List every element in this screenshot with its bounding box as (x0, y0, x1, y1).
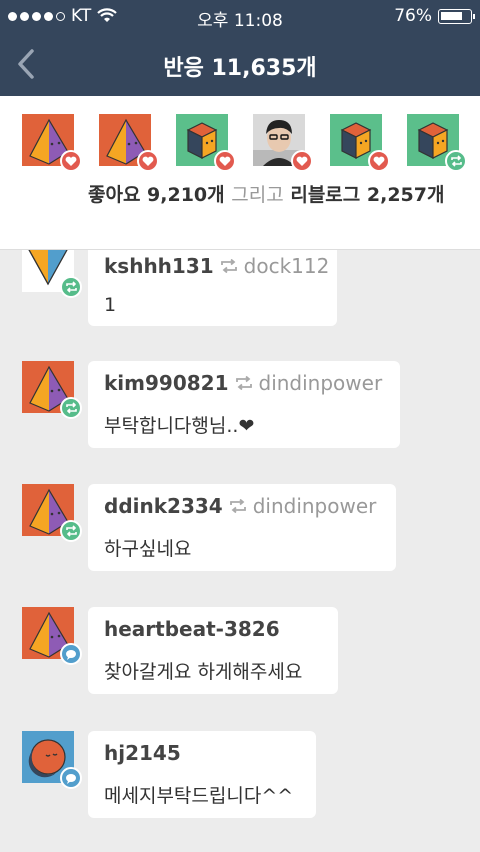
comment-badge-icon (60, 643, 82, 665)
user-avatar[interactable] (22, 731, 82, 789)
reactor-avatar[interactable] (99, 114, 159, 172)
reaction-bubble[interactable]: hj2145 메세지부탁드립니다^^ (88, 731, 316, 818)
and-text: 그리고 (231, 184, 284, 206)
reaction-bubble[interactable]: ddink2334 dindinpower 하구싶네요 (88, 484, 396, 571)
reactor-avatar[interactable] (22, 114, 82, 172)
user-avatar[interactable] (22, 361, 82, 419)
like-badge-icon (214, 150, 236, 172)
like-badge-icon (60, 150, 82, 172)
reblog-badge-icon (60, 520, 82, 542)
name-line: hj2145 (104, 741, 300, 765)
username-link[interactable]: kim990821 (104, 371, 229, 395)
like-badge-icon (137, 150, 159, 172)
like-badge-icon (368, 150, 390, 172)
battery-icon (438, 8, 475, 24)
reaction-summary: 좋아요 9,210개 그리고 리블로그 2,257개 (88, 182, 458, 209)
username-link[interactable]: kshhh131 (104, 254, 214, 278)
reblogged-from-link[interactable]: dindinpower (253, 494, 377, 518)
name-line: heartbeat-3826 (104, 617, 322, 641)
reaction-message: 하구싶네요 (104, 538, 192, 560)
reaction-message: 부탁합니다행님..❤ (104, 415, 255, 437)
username-link[interactable]: heartbeat-3826 (104, 617, 280, 641)
reaction-message: 메세지부탁드립니다^^ (104, 785, 294, 807)
reaction-bubble[interactable]: kshhh131 dock112 1 (88, 244, 337, 326)
reblog-badge-icon (60, 276, 82, 298)
comment-badge-icon (60, 767, 82, 789)
reblogs-count: 리블로그 2,257개 (290, 184, 445, 206)
like-badge-icon (291, 150, 313, 172)
reblog-icon (235, 371, 253, 395)
reactor-avatar[interactable] (330, 114, 390, 172)
reaction-bubble[interactable]: heartbeat-3826 찾아갈게요 하게해주세요 (88, 607, 338, 694)
username-link[interactable]: ddink2334 (104, 494, 223, 518)
status-right: 76% (394, 6, 475, 26)
nav-bar: 반응 11,635개 (0, 32, 480, 96)
reblog-badge-icon (445, 150, 467, 172)
name-line: ddink2334 dindinpower (104, 494, 380, 518)
reblog-badge-icon (60, 397, 82, 419)
name-line: kim990821 dindinpower (104, 371, 384, 395)
user-avatar[interactable] (22, 607, 82, 665)
avatar-row (22, 114, 467, 172)
reblogged-from-link[interactable]: dindinpower (259, 371, 383, 395)
battery-percent: 76% (394, 6, 432, 26)
username-link[interactable]: hj2145 (104, 741, 181, 765)
reactor-avatar[interactable] (253, 114, 313, 172)
page-title: 반응 11,635개 (163, 56, 317, 81)
reactor-avatar[interactable] (176, 114, 236, 172)
reaction-message: 1 (104, 294, 117, 316)
reactions-summary-header: 좋아요 9,210개 그리고 리블로그 2,257개 (0, 96, 480, 250)
reactor-avatar[interactable] (407, 114, 467, 172)
reaction-bubble[interactable]: kim990821 dindinpower 부탁합니다행님..❤ (88, 361, 400, 448)
likes-count: 좋아요 9,210개 (88, 184, 225, 206)
reblog-icon (229, 494, 247, 518)
user-avatar[interactable] (22, 484, 82, 542)
name-line: kshhh131 dock112 (104, 254, 329, 278)
status-bar: KT 오후 11:08 76% (0, 0, 480, 32)
reblogged-from-link[interactable]: dock112 (244, 254, 330, 278)
reblog-icon (220, 254, 238, 278)
reaction-message: 찾아갈게요 하게해주세요 (104, 661, 303, 683)
